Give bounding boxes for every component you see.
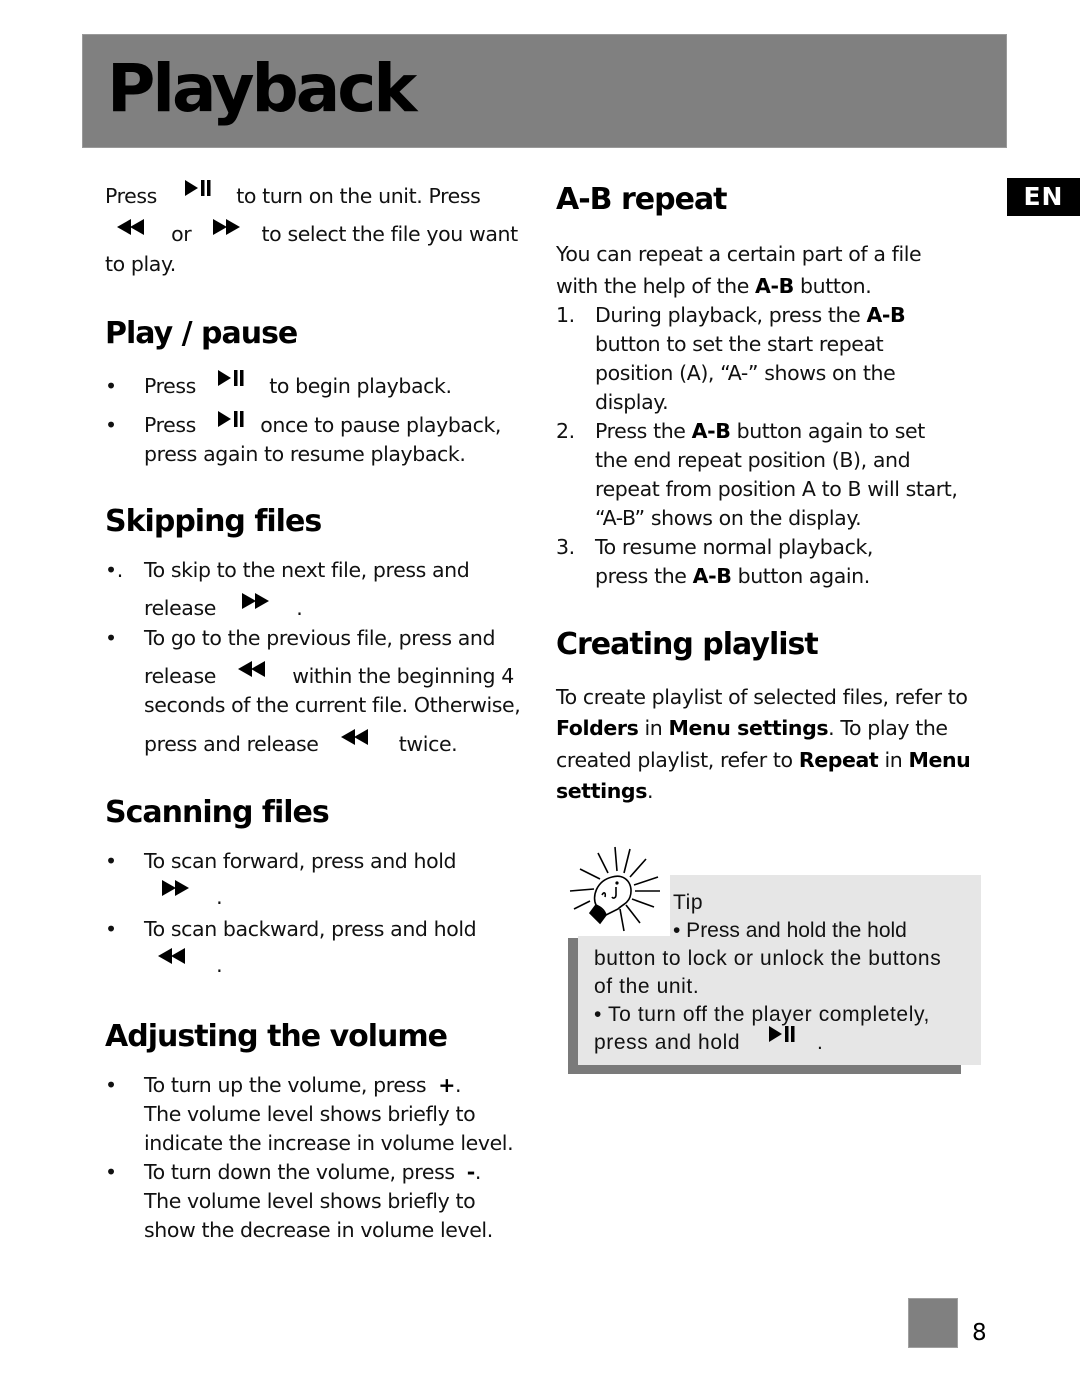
list-item: • To go to the previous file, press and … (105, 626, 521, 756)
volume-down-key: - (466, 1160, 476, 1184)
list-item: • To scan backward, press and hold . (105, 917, 477, 977)
fast-forward-icon (162, 880, 192, 896)
skipping-list: •. To skip to the next file, press and r… (105, 556, 530, 759)
play-pause-icon (768, 1025, 797, 1043)
play-pause-icon (185, 179, 213, 197)
rewind-icon (158, 948, 188, 964)
rewind-icon (117, 219, 147, 235)
heading-scanning-files: Scanning files (105, 795, 330, 830)
heading-play-pause: Play / pause (105, 316, 298, 351)
page-title: Playback (107, 50, 417, 127)
lightbulb-icon (569, 846, 660, 932)
list-item: • Press to begin playback. (105, 369, 530, 401)
tip-title: Tip (673, 891, 704, 914)
heading-ab-repeat: A-B repeat (556, 182, 728, 217)
rewind-icon (340, 729, 371, 745)
play-pause-icon (218, 410, 246, 428)
page-number: 8 (972, 1320, 987, 1346)
volume-list: • To turn up the volume, press +. The vo… (105, 1071, 530, 1245)
scanning-list: • To scan forward, press and hold . • To… (105, 847, 530, 981)
intro-paragraph: Press to turn on the unit. Press or to s… (105, 179, 530, 279)
volume-up-key: + (438, 1073, 456, 1097)
play-pause-icon (218, 369, 246, 387)
left-column: Press to turn on the unit. Press or to s… (105, 179, 530, 1245)
list-item: • Press once to pause playback, press ag… (105, 411, 530, 469)
heading-creating-playlist: Creating playlist (556, 627, 819, 662)
language-tab: EN (1007, 178, 1080, 216)
step-item: 2. Press the A-B button again to set the… (556, 419, 958, 530)
page-marker (908, 1298, 958, 1348)
ab-repeat-steps: 1. During playback, press the A-B button… (556, 301, 986, 591)
right-column: A-B repeat You can repeat a certain part… (556, 182, 986, 806)
ab-repeat-intro: You can repeat a certain part of a file … (556, 242, 922, 298)
heading-skipping-files: Skipping files (105, 504, 322, 539)
list-item: •. To skip to the next file, press and r… (105, 558, 470, 620)
playlist-paragraph: To create playlist of selected files, re… (556, 685, 971, 803)
chapter-header-bar: Playback (82, 34, 1007, 148)
fast-forward-icon (242, 593, 272, 609)
play-pause-list: • Press to begin playback. • Press once … (105, 369, 530, 469)
rewind-icon (238, 661, 268, 677)
heading-adjusting-volume: Adjusting the volume (105, 1019, 448, 1054)
list-item: • To scan forward, press and hold . (105, 849, 457, 909)
fast-forward-icon (213, 219, 243, 235)
list-item: • To turn up the volume, press +. The vo… (105, 1073, 514, 1155)
step-item: 3. To resume normal playback, press the … (556, 535, 874, 588)
step-item: 1. During playback, press the A-B button… (556, 303, 906, 414)
list-item: • To turn down the volume, press -. The … (105, 1160, 493, 1242)
